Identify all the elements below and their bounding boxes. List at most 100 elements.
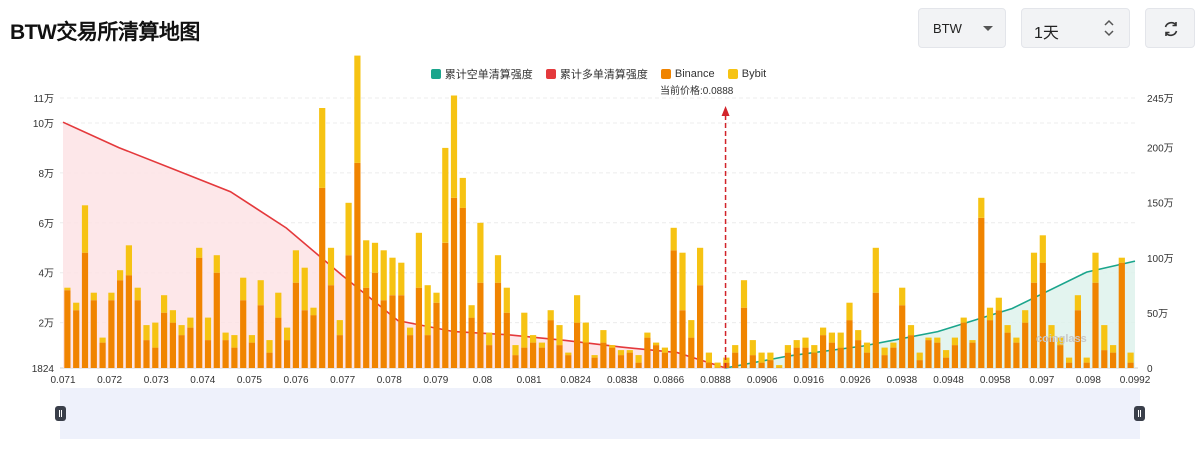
y-left-tick-label: 8万 — [38, 169, 54, 180]
bar-binance — [547, 320, 554, 368]
bar-binance — [1083, 362, 1090, 368]
bar-binance — [820, 335, 827, 368]
bar-binance — [134, 300, 141, 368]
bar-binance — [486, 345, 493, 368]
bar-binance — [336, 335, 343, 368]
y-right-tick-label: 100万 — [1147, 254, 1174, 265]
bar-binance — [1013, 342, 1020, 368]
x-tick-label: 0.075 — [237, 375, 262, 386]
bar-bybit — [178, 325, 185, 336]
bar-bybit — [301, 267, 308, 311]
bar-bybit — [371, 242, 379, 273]
bar-bybit — [934, 337, 941, 343]
x-tick-label: 0.079 — [423, 375, 448, 386]
bar-binance — [907, 335, 915, 368]
bar-binance — [99, 342, 106, 368]
bar-binance — [450, 197, 458, 368]
x-tick-label: 0.0948 — [933, 375, 964, 386]
bar-bybit — [969, 340, 976, 343]
bar-bybit — [916, 352, 923, 361]
bar-bybit — [327, 247, 335, 286]
bar-bybit — [714, 362, 721, 368]
bar-bybit — [319, 108, 326, 188]
bar-binance — [538, 347, 545, 368]
bar-binance — [855, 340, 862, 368]
bar-binance — [995, 310, 1002, 368]
bar-binance — [152, 347, 159, 368]
bar-bybit — [609, 345, 616, 348]
bar-binance — [978, 217, 985, 368]
zoom-slider[interactable] — [60, 388, 1140, 439]
bar-binance — [407, 335, 414, 368]
y-left-tick-label: 4万 — [38, 269, 54, 280]
bar-binance — [503, 312, 510, 368]
bar-bybit — [723, 357, 730, 363]
bar-bybit — [275, 292, 282, 318]
bar-binance — [697, 285, 704, 368]
bar-binance — [363, 287, 370, 368]
bar-bybit — [389, 257, 396, 296]
y-right-tick-label: 0 — [1147, 364, 1153, 375]
bar-bybit — [81, 205, 89, 253]
x-tick-label: 0.08 — [473, 375, 493, 386]
bar-bybit — [1066, 357, 1073, 363]
bar-binance — [1022, 322, 1029, 368]
bar-binance — [231, 347, 238, 368]
x-tick-label: 0.0838 — [607, 375, 638, 386]
slider-left-handle[interactable] — [55, 406, 66, 421]
bar-bybit — [442, 147, 449, 243]
bar-binance — [125, 275, 132, 368]
bar-binance — [960, 322, 967, 368]
bar-bybit — [1004, 325, 1011, 333]
x-tick-label: 0.0888 — [700, 375, 731, 386]
bar-bybit — [556, 325, 563, 346]
bar-bybit — [837, 332, 844, 348]
bar-binance — [310, 315, 317, 368]
bar-binance — [846, 320, 853, 368]
bar-binance — [204, 340, 212, 368]
y-right-tick-label: 200万 — [1147, 144, 1174, 155]
bar-bybit — [477, 222, 484, 283]
bar-binance — [187, 327, 194, 368]
bar-bybit — [152, 322, 159, 348]
bar-bybit — [345, 202, 352, 256]
bar-bybit — [1022, 310, 1029, 323]
bar-binance — [943, 357, 950, 368]
bar-bybit — [582, 322, 589, 343]
bar-binance — [468, 317, 475, 368]
bar-bybit — [925, 337, 932, 341]
bar-binance — [442, 242, 449, 368]
bar-bybit — [1118, 257, 1125, 263]
bar-binance — [872, 292, 879, 368]
bar-binance — [828, 342, 835, 368]
bar-binance — [1004, 332, 1011, 368]
bar-binance — [345, 255, 352, 368]
bar-bybit — [336, 320, 343, 336]
bar-bybit — [117, 270, 124, 281]
bar-bybit — [231, 335, 238, 348]
bar-bybit — [1013, 337, 1020, 343]
bar-bybit — [169, 310, 176, 323]
x-tick-label: 0.098 — [1076, 375, 1101, 386]
bar-bybit — [1039, 235, 1046, 263]
bar-bybit — [134, 287, 141, 301]
bar-bybit — [108, 292, 115, 301]
bar-binance — [1127, 362, 1134, 368]
y-left-tick-label: 1824 — [32, 364, 55, 375]
bar-bybit — [661, 347, 668, 353]
bar-binance — [635, 362, 642, 368]
slider-right-handle[interactable] — [1134, 406, 1145, 421]
bar-bybit — [1030, 252, 1038, 283]
bar-bybit — [670, 227, 677, 251]
bar-bybit — [1110, 345, 1117, 353]
bar-binance — [749, 355, 756, 368]
bar-binance — [292, 282, 299, 368]
bar-bybit — [740, 280, 748, 308]
x-tick-label: 0.0926 — [840, 375, 871, 386]
bar-binance — [117, 280, 124, 368]
bar-bybit — [292, 250, 299, 283]
bar-binance — [266, 352, 273, 368]
bar-binance — [240, 300, 247, 368]
bar-binance — [477, 282, 484, 368]
bar-bybit — [424, 285, 431, 336]
